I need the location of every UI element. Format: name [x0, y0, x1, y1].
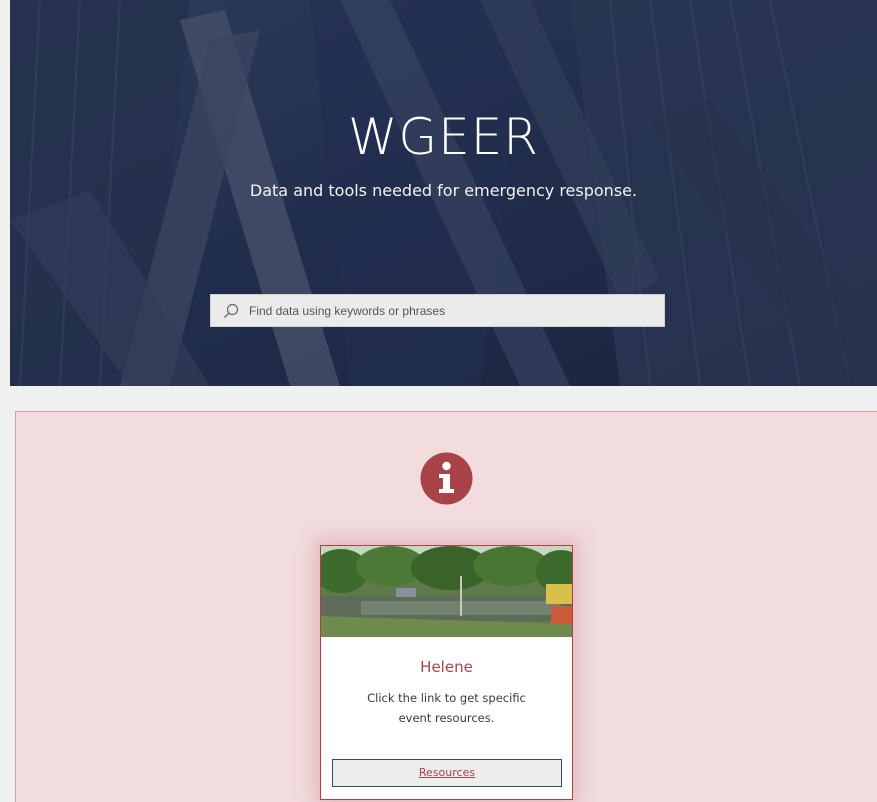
hero-banner: WGEER Data and tools needed for emergenc… [10, 0, 877, 386]
info-icon [420, 452, 473, 505]
event-card-image [321, 546, 572, 637]
resources-button[interactable]: Resources [332, 759, 562, 787]
page: WGEER Data and tools needed for emergenc… [0, 0, 877, 802]
event-title: Helene [420, 658, 473, 676]
site-title: WGEER [347, 108, 540, 166]
event-description: Click the link to get specific event res… [367, 691, 526, 725]
search-icon [224, 303, 239, 318]
search-input[interactable] [249, 303, 649, 318]
event-card: Helene Click the link to get specific ev… [320, 545, 573, 800]
search-bar[interactable] [210, 294, 665, 327]
site-subtitle: Data and tools needed for emergency resp… [249, 181, 638, 200]
